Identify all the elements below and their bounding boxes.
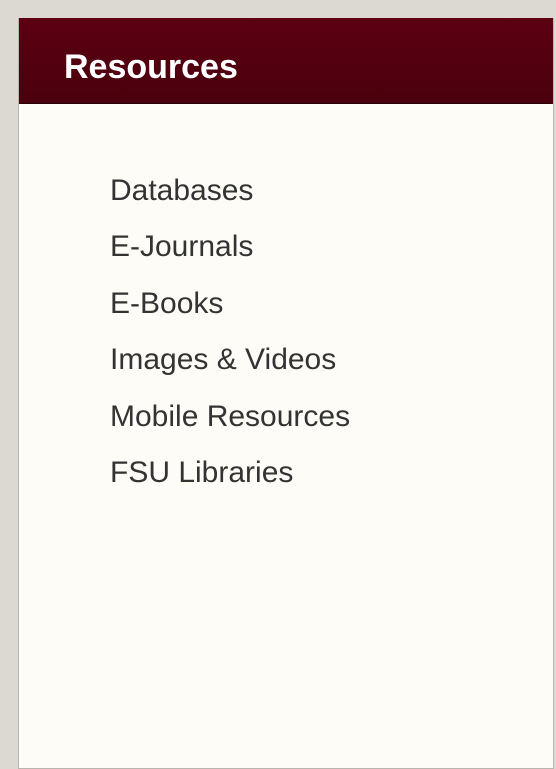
e-journals-link[interactable]: E-Journals — [110, 219, 350, 275]
list-item: FSU Libraries — [110, 445, 350, 501]
resources-panel: Resources Databases E-Journals E-Books I… — [18, 18, 554, 769]
list-item: E-Journals — [110, 219, 350, 275]
resources-panel-header: Resources — [19, 18, 553, 104]
images-videos-link[interactable]: Images & Videos — [110, 332, 350, 388]
databases-link[interactable]: Databases — [110, 163, 350, 219]
list-item: Mobile Resources — [110, 389, 350, 445]
list-item: Images & Videos — [110, 332, 350, 388]
resources-panel-title: Resources — [64, 48, 238, 86]
mobile-resources-link[interactable]: Mobile Resources — [110, 389, 350, 445]
resources-link-list: Databases E-Journals E-Books Images & Vi… — [110, 163, 350, 501]
e-books-link[interactable]: E-Books — [110, 276, 350, 332]
list-item: E-Books — [110, 276, 350, 332]
fsu-libraries-link[interactable]: FSU Libraries — [110, 445, 350, 501]
list-item: Databases — [110, 163, 350, 219]
page-frame: Resources Databases E-Journals E-Books I… — [8, 10, 556, 769]
